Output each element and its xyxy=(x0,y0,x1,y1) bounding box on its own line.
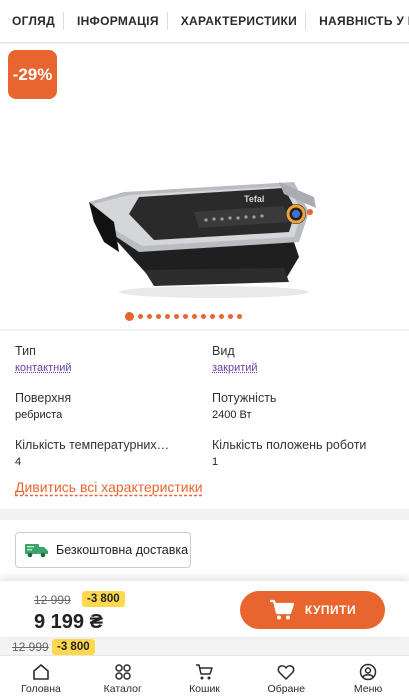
grid-icon xyxy=(114,663,132,681)
spec-work-positions: Кількість положень роботи 1 xyxy=(212,438,366,468)
spec-power: Потужність 2400 Вт xyxy=(212,391,276,421)
cart-icon xyxy=(195,663,213,681)
buy-button[interactable]: КУПИТИ xyxy=(240,591,385,629)
discount-badge: -29% xyxy=(8,50,57,99)
heart-icon xyxy=(277,663,295,681)
gallery-dot[interactable] xyxy=(183,314,188,319)
home-icon xyxy=(32,663,50,681)
spec-value: 1 xyxy=(212,456,366,468)
gallery-dot[interactable] xyxy=(201,314,206,319)
tab-info[interactable]: ІНФОРМАЦІЯ xyxy=(63,12,167,30)
delivery-section: Безкоштовна доставка xyxy=(0,520,409,590)
cart-icon xyxy=(269,599,295,621)
gallery-dot[interactable] xyxy=(228,314,233,319)
buy-bar: 12 999 -3 800 9 199 ₴ КУПИТИ xyxy=(0,581,409,637)
delivery-label: Безкоштовна доставка xyxy=(56,543,188,557)
gallery-dot[interactable] xyxy=(156,314,161,319)
spec-label: Поверхня xyxy=(15,391,71,405)
gallery-dot[interactable] xyxy=(165,314,170,319)
gallery-dot[interactable] xyxy=(174,314,179,319)
nav-label: Кошик xyxy=(189,683,220,695)
product-image: Tefal xyxy=(84,142,324,302)
all-specs-link[interactable]: Дивитись всі характеристики xyxy=(15,479,203,495)
old-price: 12 999 xyxy=(34,593,71,607)
nav-cart[interactable]: Кошик xyxy=(164,656,246,699)
nav-menu[interactable]: Меню xyxy=(327,656,409,699)
product-gallery[interactable]: -29% Tefal xyxy=(0,44,409,329)
spec-value-link[interactable]: закритий xyxy=(212,362,258,374)
spec-type: Тип контактний xyxy=(15,344,72,374)
spec-label: Тип xyxy=(15,344,72,358)
ghost-old-price: 12 999 xyxy=(12,640,49,654)
spec-label: Вид xyxy=(212,344,258,358)
nav-favorites[interactable]: Обране xyxy=(245,656,327,699)
tab-specs[interactable]: ХАРАКТЕРИСТИКИ xyxy=(167,12,305,30)
gallery-dot[interactable] xyxy=(138,314,143,319)
brand-label: Tefal xyxy=(244,194,264,204)
spec-value: 4 xyxy=(15,456,169,468)
spec-temperature-modes: Кількість температурних… 4 xyxy=(15,438,169,468)
discount-amount-badge: -3 800 xyxy=(82,591,125,607)
tab-overview[interactable]: ОГЛЯД xyxy=(0,12,63,30)
nav-label: Каталог xyxy=(104,683,142,695)
spec-label: Кількість температурних… xyxy=(15,438,169,452)
gallery-dot[interactable] xyxy=(219,314,224,319)
current-price: 9 199 ₴ xyxy=(34,611,103,634)
gallery-dot[interactable] xyxy=(192,314,197,319)
buy-label: КУПИТИ xyxy=(305,603,356,617)
gallery-dots[interactable] xyxy=(125,312,242,321)
nav-label: Головна xyxy=(21,683,61,695)
truck-icon xyxy=(25,542,49,558)
spec-value-link[interactable]: контактний xyxy=(15,362,72,374)
bottom-navigation: Головна Каталог Кошик Обране Меню xyxy=(0,655,409,699)
gallery-dot[interactable] xyxy=(237,314,242,319)
spec-kind: Вид закритий xyxy=(212,344,258,374)
nav-home[interactable]: Головна xyxy=(0,656,82,699)
gallery-dot[interactable] xyxy=(147,314,152,319)
tab-availability[interactable]: НАЯВНІСТЬ У МАГАЗИНАХ xyxy=(305,12,409,30)
gallery-dot[interactable] xyxy=(125,312,134,321)
user-icon xyxy=(359,663,377,681)
spec-label: Кількість положень роботи xyxy=(212,438,366,452)
spec-label: Потужність xyxy=(212,391,276,405)
spec-value: 2400 Вт xyxy=(212,409,276,421)
spec-surface: Поверхня ребриста xyxy=(15,391,71,421)
nav-label: Обране xyxy=(268,683,306,695)
specs-summary: Тип контактний Вид закритий Поверхня реб… xyxy=(0,331,409,509)
spec-value: ребриста xyxy=(15,409,71,421)
free-delivery-button[interactable]: Безкоштовна доставка xyxy=(15,532,191,568)
nav-catalog[interactable]: Каталог xyxy=(82,656,164,699)
ghost-discount-badge: -3 800 xyxy=(52,639,95,655)
section-tabs: ОГЛЯД ІНФОРМАЦІЯ ХАРАКТЕРИСТИКИ НАЯВНІСТ… xyxy=(0,0,409,43)
nav-label: Меню xyxy=(354,683,382,695)
gallery-dot[interactable] xyxy=(210,314,215,319)
